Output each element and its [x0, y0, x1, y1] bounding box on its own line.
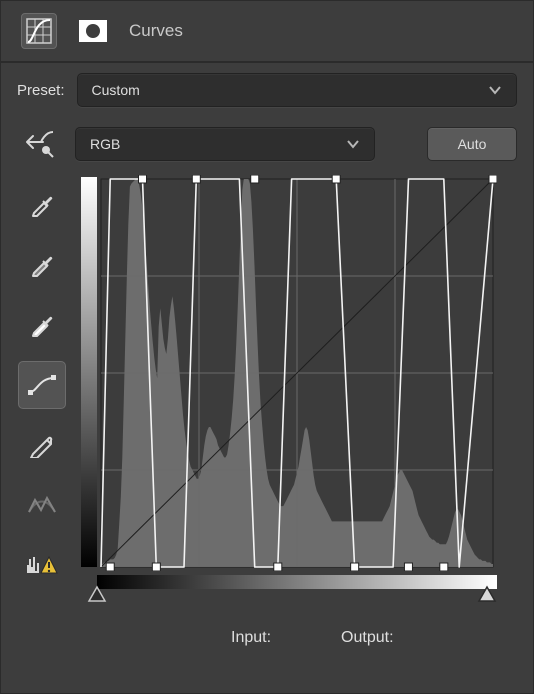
auto-button-label: Auto [458, 136, 487, 152]
target-adjust-icon[interactable] [21, 128, 55, 161]
layer-mask-icon[interactable] [75, 13, 111, 49]
input-gradient [97, 575, 497, 589]
auto-button[interactable]: Auto [427, 127, 517, 161]
channel-value: RGB [90, 136, 120, 152]
range-sliders[interactable] [97, 589, 497, 611]
chevron-down-icon [488, 82, 502, 98]
curves-adjustment-icon[interactable] [21, 13, 57, 49]
smooth-icon [18, 481, 66, 529]
input-label: Input: [231, 629, 271, 647]
eyedropper-black-icon[interactable] [18, 181, 66, 229]
curve-points-icon[interactable] [18, 361, 66, 409]
output-label: Output: [341, 629, 393, 647]
preset-value: Custom [92, 82, 140, 98]
eyedropper-white-icon[interactable] [18, 301, 66, 349]
chevron-down-icon [346, 136, 360, 152]
output-gradient [81, 177, 97, 567]
preset-label: Preset: [17, 82, 65, 99]
clip-warning-icon[interactable] [18, 541, 66, 589]
panel-title: Curves [129, 21, 183, 41]
preset-select[interactable]: Custom [77, 73, 517, 107]
pencil-icon[interactable] [18, 421, 66, 469]
eyedropper-gray-icon[interactable] [18, 241, 66, 289]
channel-select[interactable]: RGB [75, 127, 375, 161]
curves-graph[interactable] [97, 175, 497, 571]
